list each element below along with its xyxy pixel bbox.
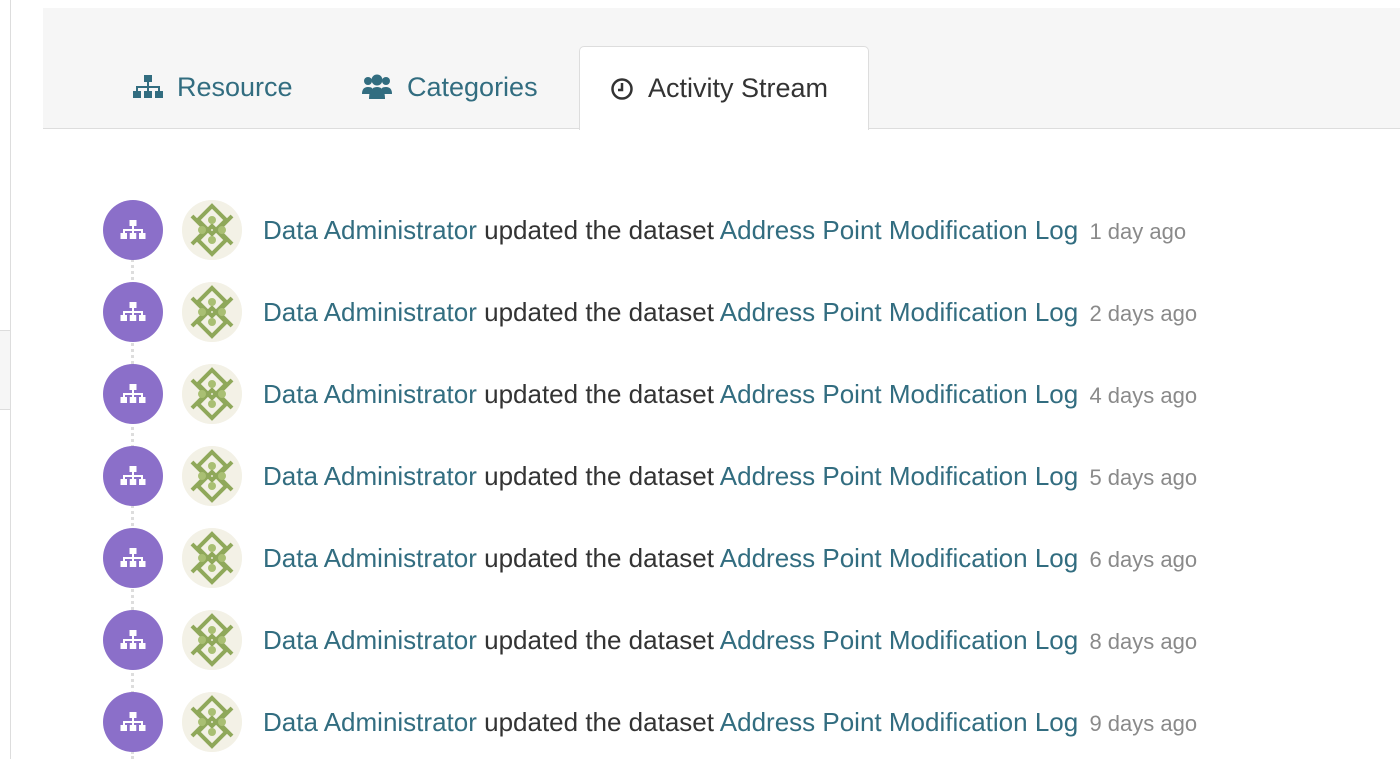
actor-link[interactable]: Data Administrator [263, 625, 477, 655]
activity-item: Data Administrator updated the dataset A… [103, 363, 1197, 425]
activity-date: 1 day ago [1089, 218, 1187, 244]
user-avatar[interactable] [182, 610, 242, 670]
left-sidebar-notch [0, 330, 10, 410]
activity-text: Data Administrator updated the dataset A… [263, 707, 1197, 738]
activity-action: updated the dataset [484, 624, 714, 655]
tab-activity-stream[interactable]: Activity Stream [579, 46, 869, 130]
sitemap-icon [120, 712, 146, 731]
dataset-activity-badge [103, 282, 163, 342]
activity-item: Data Administrator updated the dataset A… [103, 691, 1197, 753]
user-avatar[interactable] [182, 364, 242, 424]
users-icon [361, 74, 393, 100]
dataset-activity-badge [103, 364, 163, 424]
sitemap-icon [120, 548, 146, 567]
activity-date: 5 days ago [1089, 464, 1198, 490]
activity-action: updated the dataset [484, 214, 714, 245]
actor-link[interactable]: Data Administrator [263, 215, 477, 245]
activity-item: Data Administrator updated the dataset A… [103, 445, 1197, 507]
dataset-activity-badge [103, 610, 163, 670]
sitemap-icon [120, 220, 146, 239]
dataset-activity-badge [103, 528, 163, 588]
actor-link[interactable]: Data Administrator [263, 707, 477, 737]
dataset-activity-badge [103, 200, 163, 260]
actor-link[interactable]: Data Administrator [263, 543, 477, 573]
actor-link[interactable]: Data Administrator [263, 297, 477, 327]
actor-link[interactable]: Data Administrator [263, 461, 477, 491]
sitemap-icon [133, 74, 163, 100]
activity-date: 8 days ago [1089, 628, 1198, 654]
activity-action: updated the dataset [484, 378, 714, 409]
dataset-link[interactable]: Address Point Modification Log [720, 625, 1078, 655]
dataset-link[interactable]: Address Point Modification Log [720, 461, 1078, 491]
sitemap-icon [120, 302, 146, 321]
activity-action: updated the dataset [484, 296, 714, 327]
activity-item: Data Administrator updated the dataset A… [103, 527, 1197, 589]
activity-text: Data Administrator updated the dataset A… [263, 379, 1197, 410]
activity-item: Data Administrator updated the dataset A… [103, 199, 1186, 261]
user-avatar[interactable] [182, 692, 242, 752]
user-avatar[interactable] [182, 446, 242, 506]
clock-icon [610, 77, 634, 101]
dataset-link[interactable]: Address Point Modification Log [720, 215, 1078, 245]
user-avatar[interactable] [182, 282, 242, 342]
sitemap-icon [120, 630, 146, 649]
activity-text: Data Administrator updated the dataset A… [263, 625, 1197, 656]
activity-action: updated the dataset [484, 460, 714, 491]
tab-categories-label: Categories [407, 71, 538, 102]
dataset-link[interactable]: Address Point Modification Log [720, 543, 1078, 573]
activity-date: 6 days ago [1089, 546, 1198, 572]
activity-action: updated the dataset [484, 706, 714, 737]
activity-text: Data Administrator updated the dataset A… [263, 297, 1197, 328]
dataset-link[interactable]: Address Point Modification Log [720, 297, 1078, 327]
dataset-link[interactable]: Address Point Modification Log [720, 707, 1078, 737]
tab-resource-label: Resource [177, 71, 293, 102]
main-content: Resource Categories Activity Stream Data… [43, 0, 1400, 759]
dataset-activity-badge [103, 446, 163, 506]
activity-text: Data Administrator updated the dataset A… [263, 543, 1197, 574]
sitemap-icon [120, 384, 146, 403]
user-avatar[interactable] [182, 200, 242, 260]
dataset-link[interactable]: Address Point Modification Log [720, 379, 1078, 409]
tab-activity-stream-label: Activity Stream [648, 73, 829, 103]
sitemap-icon [120, 466, 146, 485]
activity-text: Data Administrator updated the dataset A… [263, 215, 1186, 246]
tab-resource[interactable]: Resource [133, 46, 293, 128]
activity-date: 9 days ago [1089, 710, 1198, 736]
activity-text: Data Administrator updated the dataset A… [263, 461, 1197, 492]
activity-date: 4 days ago [1089, 382, 1198, 408]
user-avatar[interactable] [182, 528, 242, 588]
tab-categories[interactable]: Categories [361, 46, 538, 128]
activity-date: 2 days ago [1089, 300, 1198, 326]
activity-action: updated the dataset [484, 542, 714, 573]
dataset-activity-badge [103, 692, 163, 752]
tab-bar: Resource Categories Activity Stream [43, 8, 1400, 130]
actor-link[interactable]: Data Administrator [263, 379, 477, 409]
activity-item: Data Administrator updated the dataset A… [103, 281, 1197, 343]
activity-item: Data Administrator updated the dataset A… [103, 609, 1197, 671]
